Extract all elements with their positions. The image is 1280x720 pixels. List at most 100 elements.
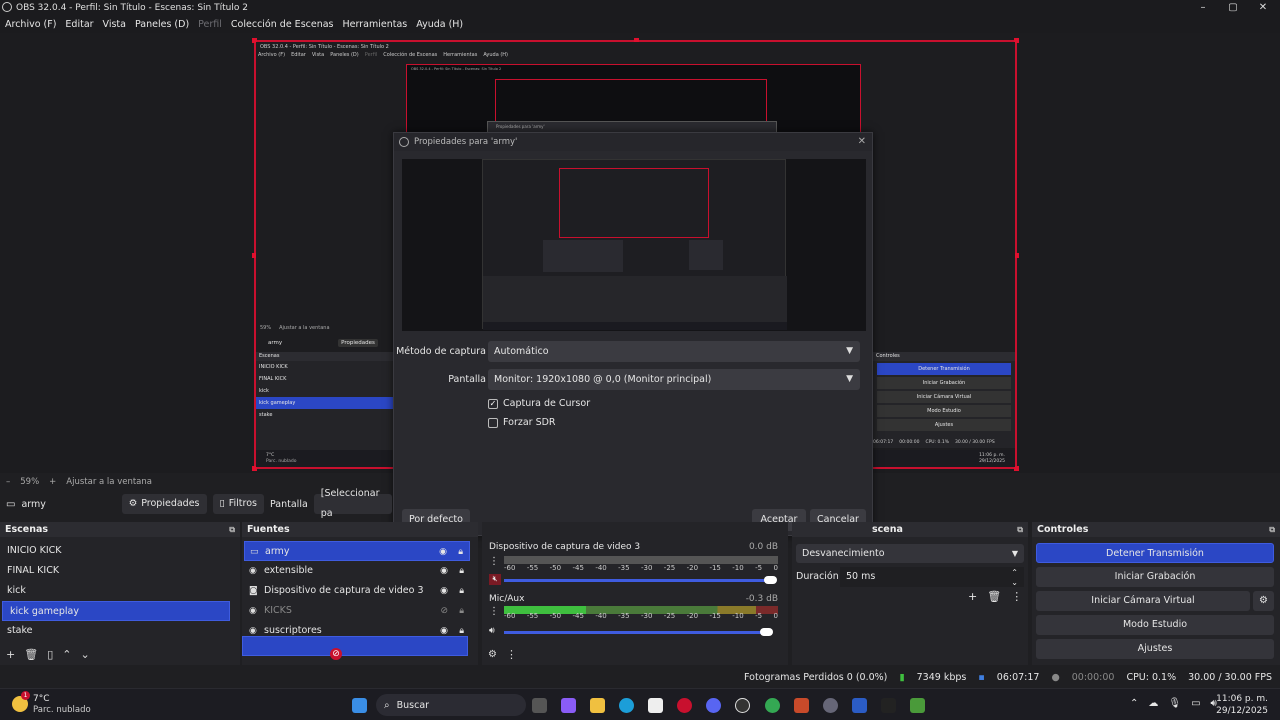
fit-to-window-button[interactable]: Ajustar a la ventana bbox=[66, 477, 152, 487]
gear-icon[interactable]: ⚙ bbox=[1253, 591, 1274, 611]
kebab-menu-icon[interactable]: ⋮ bbox=[1011, 590, 1022, 603]
display-toolbar-label: Pantalla bbox=[269, 498, 308, 510]
start-virtual-camera-button[interactable]: Iniciar Cámara Virtual bbox=[1036, 591, 1250, 611]
source-item-selected[interactable]: ▭ army ◉ 🔒︎ bbox=[244, 541, 470, 561]
eye-icon[interactable]: ◉ bbox=[439, 542, 447, 562]
scene-item[interactable]: stake bbox=[0, 621, 240, 641]
cursor-capture-checkbox[interactable]: ✓ Captura de Cursor bbox=[488, 398, 590, 409]
windows-start-icon[interactable] bbox=[352, 698, 367, 713]
menu-editar[interactable]: Editar bbox=[65, 19, 93, 30]
cloud-icon[interactable]: ☁ bbox=[1148, 698, 1158, 709]
chevron-up-icon[interactable]: ⌃ bbox=[62, 648, 71, 661]
volume-slider[interactable] bbox=[504, 631, 766, 634]
maximize-button[interactable]: ▢ bbox=[1218, 0, 1248, 15]
display-select[interactable]: Monitor: 1920x1080 @ 0,0 (Monitor princi… bbox=[488, 369, 860, 390]
force-sdr-checkbox[interactable]: Forzar SDR bbox=[488, 417, 556, 428]
microphone-icon[interactable]: 🎙︎ bbox=[1168, 698, 1181, 709]
game-app-icon[interactable] bbox=[794, 698, 809, 713]
studio-mode-button[interactable]: Modo Estudio bbox=[1036, 615, 1274, 635]
start-recording-button[interactable]: Iniciar Grabación bbox=[1036, 567, 1274, 587]
menu-coleccion-escenas[interactable]: Colección de Escenas bbox=[231, 19, 334, 30]
minecraft-icon[interactable] bbox=[910, 698, 925, 713]
scene-item[interactable]: FINAL KICK bbox=[0, 561, 240, 581]
lock-icon[interactable]: 🔒︎ bbox=[458, 542, 463, 562]
menu-archivo[interactable]: Archivo (F) bbox=[5, 19, 56, 30]
trash-icon[interactable]: 🗑 bbox=[987, 590, 1001, 603]
kebab-menu-icon[interactable]: ⋮ bbox=[489, 606, 499, 617]
volume-slider[interactable] bbox=[504, 579, 772, 582]
volume-slider-handle[interactable] bbox=[764, 576, 777, 584]
chevron-up-icon[interactable]: ⌃ bbox=[1130, 698, 1138, 709]
minimize-button[interactable]: – bbox=[1188, 0, 1218, 15]
store-icon[interactable] bbox=[648, 698, 663, 713]
obs-taskbar-icon[interactable] bbox=[735, 698, 750, 713]
epic-games-icon[interactable] bbox=[881, 698, 896, 713]
undock-icon[interactable]: ⧉ bbox=[1017, 522, 1023, 537]
edge-icon[interactable] bbox=[619, 698, 634, 713]
display-icon[interactable]: ▭ bbox=[1191, 698, 1200, 709]
browser-icon: ◉ bbox=[249, 606, 257, 616]
dialog-preview-taskbar bbox=[483, 322, 787, 330]
stop-stream-button[interactable]: Detener Transmisión bbox=[1036, 543, 1274, 563]
capture-method-select[interactable]: Automático ▼ bbox=[488, 341, 860, 362]
settings-button[interactable]: Ajustes bbox=[1036, 639, 1274, 659]
word-icon[interactable] bbox=[852, 698, 867, 713]
transition-value: Desvanecimiento bbox=[802, 548, 885, 559]
undock-icon[interactable]: ⧉ bbox=[1269, 522, 1275, 537]
lock-icon[interactable]: 🔒︎ bbox=[459, 561, 464, 581]
discord-icon[interactable] bbox=[706, 698, 721, 713]
close-button[interactable]: ✕ bbox=[1248, 0, 1278, 15]
kebab-menu-icon[interactable]: ⋮ bbox=[489, 556, 499, 567]
task-view-icon[interactable] bbox=[532, 698, 547, 713]
menu-ayuda[interactable]: Ayuda (H) bbox=[416, 19, 463, 30]
filter-icon[interactable]: ▯ bbox=[47, 648, 53, 661]
scene-item[interactable]: kick bbox=[0, 581, 240, 601]
tick-label: -25 bbox=[663, 564, 676, 572]
muted-speaker-icon[interactable]: 🔇︎ bbox=[489, 574, 501, 585]
eye-hidden-icon[interactable]: ⊘ bbox=[440, 601, 448, 621]
filters-button[interactable]: ▯ Filtros bbox=[212, 494, 264, 514]
menu-vista[interactable]: Vista bbox=[103, 19, 126, 30]
search-box[interactable]: ⌕ Buscar bbox=[376, 694, 526, 716]
chevron-down-icon[interactable]: ⌄ bbox=[80, 648, 89, 661]
force-sdr-label: Forzar SDR bbox=[503, 417, 556, 428]
chrome-icon[interactable] bbox=[765, 698, 780, 713]
close-icon[interactable]: ✕ bbox=[858, 136, 866, 147]
transition-select[interactable]: Desvanecimiento ▼ bbox=[796, 544, 1024, 563]
display-toolbar-select[interactable]: [Seleccionar pa bbox=[313, 488, 392, 519]
file-explorer-icon[interactable] bbox=[590, 698, 605, 713]
lock-icon[interactable]: 🔒︎ bbox=[459, 601, 464, 621]
lock-icon[interactable]: 🔒︎ bbox=[459, 581, 464, 601]
menu-bar: Archivo (F) Editar Vista Paneles (D) Per… bbox=[0, 15, 1280, 33]
undock-icon[interactable]: ⧉ bbox=[229, 522, 235, 537]
eye-icon[interactable]: ◉ bbox=[440, 561, 448, 581]
source-item[interactable]: ◙ Dispositivo de captura de video 3 ◉ 🔒︎ bbox=[244, 581, 470, 601]
date[interactable]: 29/12/2025 bbox=[1216, 706, 1268, 716]
copilot-icon[interactable] bbox=[561, 698, 576, 713]
opera-icon[interactable] bbox=[677, 698, 692, 713]
properties-button[interactable]: ⚙ Propiedades bbox=[121, 494, 207, 514]
checkbox-checked-icon[interactable]: ✓ bbox=[488, 398, 498, 409]
clock[interactable]: 11:06 p. m. bbox=[1216, 694, 1268, 704]
add-icon[interactable]: + bbox=[6, 648, 15, 661]
volume-slider-handle[interactable] bbox=[760, 628, 773, 636]
eye-icon[interactable]: ◉ bbox=[440, 581, 448, 601]
source-item[interactable]: ◉ KICKS ⊘ 🔒︎ bbox=[244, 601, 470, 621]
menu-perfil[interactable]: Perfil bbox=[198, 19, 222, 30]
settings-app-icon[interactable] bbox=[823, 698, 838, 713]
speaker-icon[interactable]: 🔊︎ bbox=[489, 626, 495, 636]
trash-icon[interactable]: 🗑 bbox=[24, 648, 38, 661]
checkbox-unchecked-icon[interactable] bbox=[488, 417, 498, 428]
menu-paneles[interactable]: Paneles (D) bbox=[135, 19, 189, 30]
scene-item-selected[interactable]: kick gameplay bbox=[2, 601, 230, 621]
source-item[interactable]: ◉ extensible ◉ 🔒︎ bbox=[244, 561, 470, 581]
tick-label: -60 bbox=[504, 612, 516, 620]
scene-item[interactable]: INICIO KICK bbox=[0, 541, 240, 561]
duration-input[interactable]: 50 ms ⌃ ⌄ bbox=[840, 567, 1024, 587]
add-icon[interactable]: + bbox=[968, 590, 977, 603]
menu-herramientas[interactable]: Herramientas bbox=[343, 19, 408, 30]
zoom-in-button[interactable]: + bbox=[49, 477, 56, 487]
zoom-out-button[interactable]: – bbox=[6, 477, 10, 487]
gear-icon[interactable]: ⚙ bbox=[488, 649, 497, 660]
kebab-menu-icon[interactable]: ⋮ bbox=[506, 648, 517, 661]
